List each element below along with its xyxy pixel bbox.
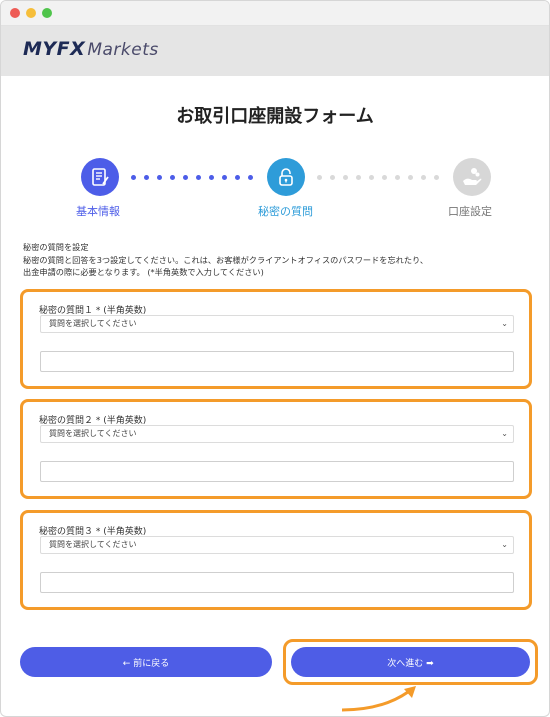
secret-question-1-select-value: 質問を選択してください — [49, 319, 137, 328]
section-heading: 秘密の質問を設定 — [23, 242, 89, 252]
minimize-window-button[interactable] — [26, 8, 36, 18]
secret-question-1-select[interactable]: 質問を選択してください ⌄ — [40, 315, 514, 333]
step-label-basic-info: 基本情報 — [76, 205, 120, 218]
stepper-dot — [343, 175, 348, 180]
stepper-connector-pending — [314, 175, 444, 180]
lock-icon — [279, 168, 293, 186]
logo-prefix: MYF — [23, 38, 71, 60]
secret-answer-3-input[interactable] — [40, 572, 514, 593]
stepper-dot — [196, 175, 201, 180]
stepper-dot — [209, 175, 214, 180]
myfx-markets-logo[interactable]: MYFX Markets — [23, 38, 159, 60]
secret-question-3-select[interactable]: 質問を選択してください ⌄ — [40, 536, 514, 554]
site-header: MYFX Markets — [1, 26, 549, 76]
stepper-dot — [356, 175, 361, 180]
stepper-dot — [330, 175, 335, 180]
next-button[interactable]: 次へ進む ➡ — [291, 647, 530, 677]
section-intro: 秘密の質問を設定 秘密の質問と回答を3つ設定してください。これは、お客様がクライ… — [23, 241, 523, 279]
progress-stepper: 基本情報 秘密の質問 口座設定 — [0, 158, 550, 218]
chevron-down-icon: ⌄ — [501, 429, 508, 438]
secret-question-2-block: 秘密の質問２ * (半角英数) 質問を選択してください ⌄ — [20, 399, 532, 499]
step-label-account-settings: 口座設定 — [448, 205, 492, 218]
hand-coins-icon — [463, 168, 482, 185]
window-titlebar — [1, 1, 549, 26]
stepper-dot — [235, 175, 240, 180]
document-form-icon — [92, 168, 109, 186]
secret-question-1-block: 秘密の質問１ * (半角英数) 質問を選択してください ⌄ — [20, 289, 532, 389]
intro-line-2: 出金申請の際に必要となります。 (*半角英数で入力してください) — [23, 267, 264, 277]
secret-question-2-select-value: 質問を選択してください — [49, 429, 137, 438]
stepper-connector-complete — [128, 175, 258, 180]
stepper-dot — [395, 175, 400, 180]
close-window-button[interactable] — [10, 8, 20, 18]
stepper-dot — [382, 175, 387, 180]
logo-suffix: Markets — [87, 40, 159, 60]
page-title: お取引口座開設フォーム — [176, 106, 374, 127]
stepper-dot — [434, 175, 439, 180]
stepper-dot — [317, 175, 322, 180]
stepper-dot — [369, 175, 374, 180]
stepper-dot — [421, 175, 426, 180]
stepper-dot — [222, 175, 227, 180]
secret-question-3-block: 秘密の質問３ * (半角英数) 質問を選択してください ⌄ — [20, 510, 532, 610]
intro-line-1: 秘密の質問と回答を3つ設定してください。これは、お客様がクライアントオフィスのパ… — [23, 254, 429, 265]
stepper-dot — [131, 175, 136, 180]
secret-answer-1-input[interactable] — [40, 351, 514, 372]
secret-question-3-select-value: 質問を選択してください — [49, 540, 137, 549]
stepper-dot — [248, 175, 253, 180]
stepper-dot — [157, 175, 162, 180]
stepper-dot — [170, 175, 175, 180]
step-basic-info — [81, 158, 119, 196]
chevron-down-icon: ⌄ — [501, 540, 508, 549]
zoom-window-button[interactable] — [42, 8, 52, 18]
secret-answer-2-input[interactable] — [40, 461, 514, 482]
stepper-dot — [183, 175, 188, 180]
chevron-down-icon: ⌄ — [501, 319, 508, 328]
step-account-settings — [453, 158, 491, 196]
logo-x: X — [70, 38, 86, 60]
stepper-dot — [408, 175, 413, 180]
stepper-dot — [144, 175, 149, 180]
step-label-secret-question: 秘密の質問 — [258, 205, 313, 218]
secret-question-2-select[interactable]: 質問を選択してください ⌄ — [40, 425, 514, 443]
step-secret-question — [267, 158, 305, 196]
back-button[interactable]: ← 前に戻る — [20, 647, 272, 677]
pointer-arrow-icon — [341, 686, 416, 712]
